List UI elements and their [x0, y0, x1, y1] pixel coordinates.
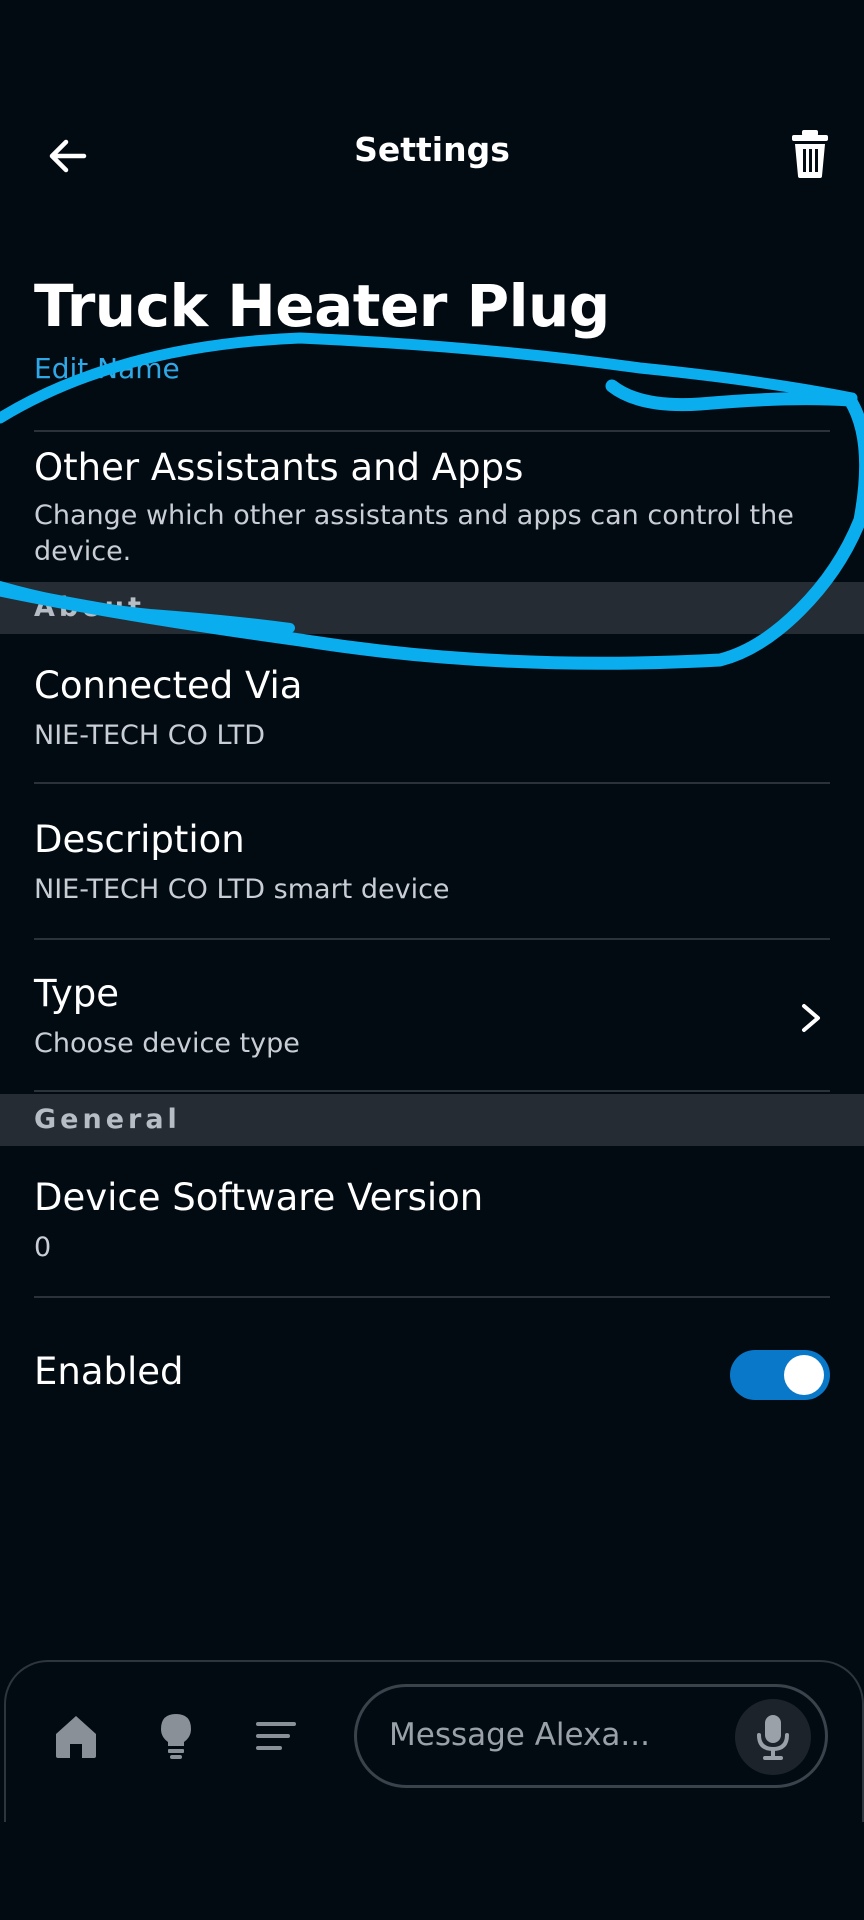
device-name-heading: Truck Heater Plug — [34, 272, 610, 340]
description-title: Description — [34, 818, 245, 861]
enabled-toggle[interactable] — [730, 1350, 830, 1400]
top-app-bar: Settings — [0, 110, 864, 190]
home-icon[interactable] — [50, 1710, 102, 1762]
mic-button[interactable] — [735, 1699, 811, 1775]
about-section-label: About — [34, 592, 145, 623]
divider — [34, 430, 830, 432]
software-version-title: Device Software Version — [34, 1176, 484, 1219]
message-alexa-input[interactable]: Message Alexa... — [354, 1684, 828, 1788]
enabled-title: Enabled — [34, 1350, 184, 1393]
chevron-right-icon — [802, 1004, 820, 1032]
delete-device-button[interactable] — [782, 126, 838, 182]
general-section-header: General — [0, 1094, 864, 1146]
description-value: NIE-TECH CO LTD smart device — [34, 874, 450, 905]
type-title: Type — [34, 972, 119, 1015]
divider — [34, 1090, 830, 1092]
page-title: Settings — [354, 130, 510, 169]
edit-name-link[interactable]: Edit Name — [34, 352, 180, 385]
other-assistants-title: Other Assistants and Apps — [34, 446, 524, 489]
about-section-header: About — [0, 582, 864, 634]
divider — [34, 1296, 830, 1298]
list-icon[interactable] — [250, 1710, 302, 1762]
software-version-value: 0 — [34, 1232, 52, 1263]
divider — [34, 782, 830, 784]
connected-via-title: Connected Via — [34, 664, 303, 707]
type-value: Choose device type — [34, 1028, 300, 1059]
microphone-icon — [757, 1715, 789, 1760]
message-placeholder: Message Alexa... — [389, 1717, 650, 1753]
trash-icon — [792, 130, 828, 178]
lightbulb-icon[interactable] — [150, 1710, 202, 1762]
connected-via-value: NIE-TECH CO LTD — [34, 720, 266, 751]
toggle-knob — [784, 1355, 824, 1395]
general-section-label: General — [34, 1104, 181, 1135]
other-assistants-subtitle: Change which other assistants and apps c… — [34, 500, 794, 567]
divider — [34, 938, 830, 940]
